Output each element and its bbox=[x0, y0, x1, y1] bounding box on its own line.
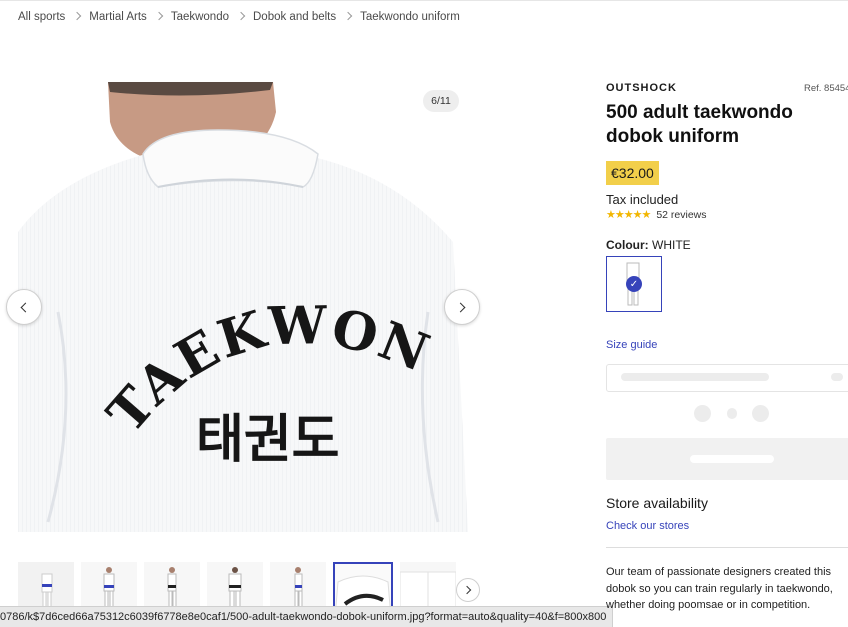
section-divider bbox=[606, 547, 848, 548]
review-count[interactable]: 52 reviews bbox=[656, 209, 706, 221]
dobok-print-korean: 태권도 bbox=[196, 410, 340, 470]
quantity-increase-skeleton bbox=[752, 405, 769, 422]
browser-status-url: 0786/k$7d6ced66a75312c6039f6778e8e0caf1/… bbox=[0, 606, 614, 627]
size-select-loading[interactable] bbox=[606, 364, 848, 392]
dobok-back-photo: TAEKWONDO 태권도 bbox=[18, 82, 468, 532]
product-rating[interactable]: ★★★★★ 52 reviews bbox=[606, 208, 707, 222]
chevron-right-icon bbox=[236, 11, 246, 21]
colour-selector-label: Colour: WHITE bbox=[606, 238, 691, 252]
breadcrumb: All sports Martial Arts Taekwondo Dobok … bbox=[18, 11, 460, 23]
previous-image-button[interactable] bbox=[6, 289, 42, 325]
store-availability-heading: Store availability bbox=[606, 495, 708, 511]
chevron-right-icon bbox=[154, 11, 164, 21]
product-price: €32.00 bbox=[606, 161, 659, 185]
product-brand[interactable]: OUTSHOCK bbox=[606, 82, 677, 94]
top-divider bbox=[0, 0, 848, 1]
check-stores-link[interactable]: Check our stores bbox=[606, 520, 689, 532]
breadcrumb-all-sports[interactable]: All sports bbox=[18, 11, 65, 23]
size-select-skeleton bbox=[621, 373, 769, 381]
chevron-left-icon bbox=[20, 302, 31, 312]
star-rating-icon: ★★★★★ bbox=[606, 209, 651, 221]
selected-check-icon: ✓ bbox=[626, 276, 642, 292]
product-reference: Ref. 85454 bbox=[804, 83, 848, 94]
image-counter: 6/11 bbox=[423, 90, 459, 112]
chevron-right-icon bbox=[73, 11, 82, 21]
chevron-right-icon bbox=[462, 585, 471, 595]
add-to-cart-button-loading[interactable] bbox=[606, 438, 848, 480]
breadcrumb-taekwondo[interactable]: Taekwondo bbox=[171, 11, 229, 23]
next-image-button[interactable] bbox=[444, 289, 480, 325]
breadcrumb-martial-arts[interactable]: Martial Arts bbox=[89, 11, 147, 23]
colour-swatch-white[interactable]: ✓ bbox=[606, 256, 662, 312]
chevron-right-icon bbox=[343, 11, 353, 21]
size-guide-link[interactable]: Size guide bbox=[606, 339, 657, 351]
product-main-image[interactable]: TAEKWONDO 태권도 bbox=[18, 82, 468, 532]
size-select-arrow-skeleton bbox=[831, 373, 843, 381]
chevron-right-icon bbox=[455, 302, 466, 312]
thumbnails-next-button[interactable] bbox=[456, 578, 480, 602]
colour-label: Colour: bbox=[606, 238, 649, 252]
tax-note: Tax included bbox=[606, 192, 679, 207]
breadcrumb-taekwondo-uniform[interactable]: Taekwondo uniform bbox=[360, 11, 460, 23]
add-to-cart-skeleton bbox=[690, 455, 774, 463]
product-description: Our team of passionate designers created… bbox=[606, 566, 833, 611]
quantity-decrease-skeleton bbox=[694, 405, 711, 422]
product-title: 500 adult taekwondo dobok uniform bbox=[606, 102, 793, 147]
quantity-value-skeleton bbox=[727, 408, 737, 419]
breadcrumb-dobok-and-belts[interactable]: Dobok and belts bbox=[253, 11, 336, 23]
colour-value: WHITE bbox=[652, 238, 691, 252]
